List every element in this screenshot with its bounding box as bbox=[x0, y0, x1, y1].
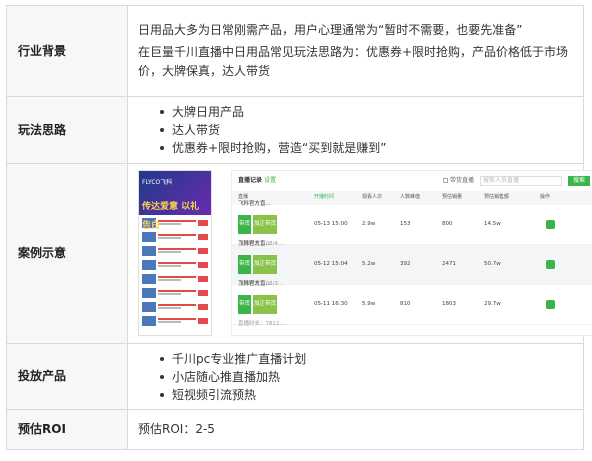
chart-icon[interactable] bbox=[546, 219, 555, 229]
tactics-list: 大牌日用产品 达人带货 优惠券+限时抢购，营造“买到就是赚到” bbox=[138, 103, 573, 157]
content-background: 日用品大多为日常刚需产品，用户心理通常为“暂时不需要，也要先准备” 在巨量千川直… bbox=[127, 5, 584, 97]
col-revenue: 预估销售额 bbox=[484, 194, 510, 200]
col-start-time: 开播时间 bbox=[314, 194, 335, 200]
col-sales: 预估销量 bbox=[442, 194, 463, 200]
search-input[interactable]: 搜索人员直播 bbox=[480, 175, 562, 186]
background-para-1: 日用品大多为日常刚需产品，用户心理通常为“暂时不需要，也要先准备” bbox=[138, 23, 523, 37]
row-background: 行业背景 日用品大多为日常刚需产品，用户心理通常为“暂时不需要，也要先准备” 在… bbox=[6, 5, 584, 97]
search-button[interactable]: 搜索 bbox=[568, 175, 590, 186]
plan-table: 行业背景 日用品大多为日常刚需产品，用户心理通常为“暂时不需要，也要先准备” 在… bbox=[6, 5, 592, 450]
list-item: 达人带货 bbox=[160, 121, 573, 139]
phone-banner-text: 传达爱意 以礼告白 bbox=[142, 201, 200, 231]
list-item: 短视频引流预热 bbox=[160, 386, 573, 404]
row-tactics: 玩法思路 大牌日用产品 达人带货 优惠券+限时抢购，营造“买到就是赚到” bbox=[6, 96, 584, 164]
col-peak: 人数峰值 bbox=[400, 194, 421, 200]
label-example: 案例示意 bbox=[6, 163, 128, 344]
label-background: 行业背景 bbox=[6, 5, 128, 97]
label-roi: 预估ROI bbox=[6, 409, 128, 450]
col-views: 观看人次 bbox=[362, 194, 383, 200]
chart-icon[interactable] bbox=[546, 299, 555, 309]
row-example: 案例示意 FLYCO飞科 传达爱意 以礼告白 直播记录 设置 带货直播 搜索人员… bbox=[6, 163, 592, 344]
list-item: 小店随心推直播加热 bbox=[160, 368, 573, 386]
content-roi: 预估ROI：2-5 bbox=[127, 409, 584, 450]
chart-icon[interactable] bbox=[546, 259, 555, 269]
label-tactics: 玩法思路 bbox=[6, 96, 128, 164]
phone-header: FLYCO飞科 bbox=[142, 178, 173, 186]
phone-banner: FLYCO飞科 传达爱意 以礼告白 bbox=[139, 170, 211, 231]
background-para-2: 在巨量千川直播中日用品常见玩法思路为：优惠券+限时抢购，产品价格低于市场价，大牌… bbox=[138, 45, 569, 78]
label-products: 投放产品 bbox=[6, 343, 128, 410]
live-record-panel: 直播记录 设置 带货直播 搜索人员直播 搜索 直播 开播时间 观看人次 人数峰值… bbox=[231, 169, 592, 336]
list-item: 大牌日用产品 bbox=[160, 103, 573, 121]
products-list: 千川pc专业推广直播计划 小店随心推直播加热 短视频引流预热 bbox=[138, 350, 573, 404]
row-roi: 预估ROI 预估ROI：2-5 bbox=[6, 409, 584, 450]
list-item: 千川pc专业推广直播计划 bbox=[160, 350, 573, 368]
panel-settings-link[interactable]: 设置 bbox=[264, 177, 276, 184]
table-row[interactable]: 飞科官方直... 带货 加正带货 直播时长：7812... 05-11 16:30 5… bbox=[232, 281, 592, 327]
content-example: FLYCO飞科 传达爱意 以礼告白 直播记录 设置 带货直播 搜索人员直播 搜索… bbox=[127, 163, 592, 344]
content-tactics: 大牌日用产品 达人带货 优惠券+限时抢购，营造“买到就是赚到” bbox=[127, 96, 584, 164]
content-products: 千川pc专业推广直播计划 小店随心推直播加热 短视频引流预热 bbox=[127, 343, 584, 410]
col-action: 操作 bbox=[540, 194, 551, 200]
list-item: 优惠券+限时抢购，营造“买到就是赚到” bbox=[160, 139, 573, 157]
row-products: 投放产品 千川pc专业推广直播计划 小店随心推直播加热 短视频引流预热 bbox=[6, 343, 584, 410]
phone-screenshot: FLYCO飞科 传达爱意 以礼告白 bbox=[138, 169, 212, 336]
